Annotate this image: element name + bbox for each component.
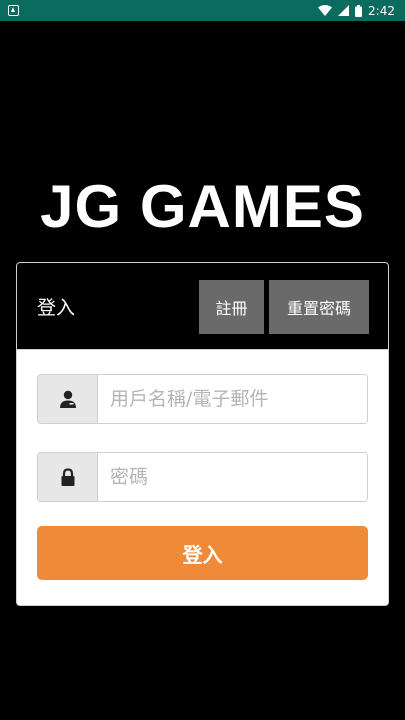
password-input[interactable] [98, 453, 367, 501]
login-card-title: 登入 [37, 297, 76, 319]
user-icon [59, 390, 76, 408]
login-card-header: 登入 註冊 重置密碼 [17, 263, 388, 350]
username-input-group [37, 374, 368, 424]
reset-password-button[interactable]: 重置密碼 [269, 280, 369, 334]
login-card: 登入 註冊 重置密碼 登入 [16, 262, 389, 606]
status-right: 2:42 [318, 4, 395, 18]
brand-title: JG GAMES [40, 173, 365, 240]
wifi-icon [318, 5, 333, 16]
status-left [8, 5, 19, 16]
register-button[interactable]: 註冊 [199, 280, 264, 334]
lock-icon [61, 467, 74, 486]
app-notification-icon [8, 5, 19, 16]
login-card-body: 登入 [17, 350, 388, 605]
login-submit-button[interactable]: 登入 [37, 526, 368, 580]
password-input-group [37, 452, 368, 502]
username-input[interactable] [98, 375, 367, 423]
status-time: 2:42 [368, 3, 395, 18]
status-bar: 2:42 [0, 0, 405, 21]
battery-icon [355, 4, 363, 17]
password-addon [38, 453, 98, 501]
signal-icon [338, 5, 350, 16]
username-addon [38, 375, 98, 423]
